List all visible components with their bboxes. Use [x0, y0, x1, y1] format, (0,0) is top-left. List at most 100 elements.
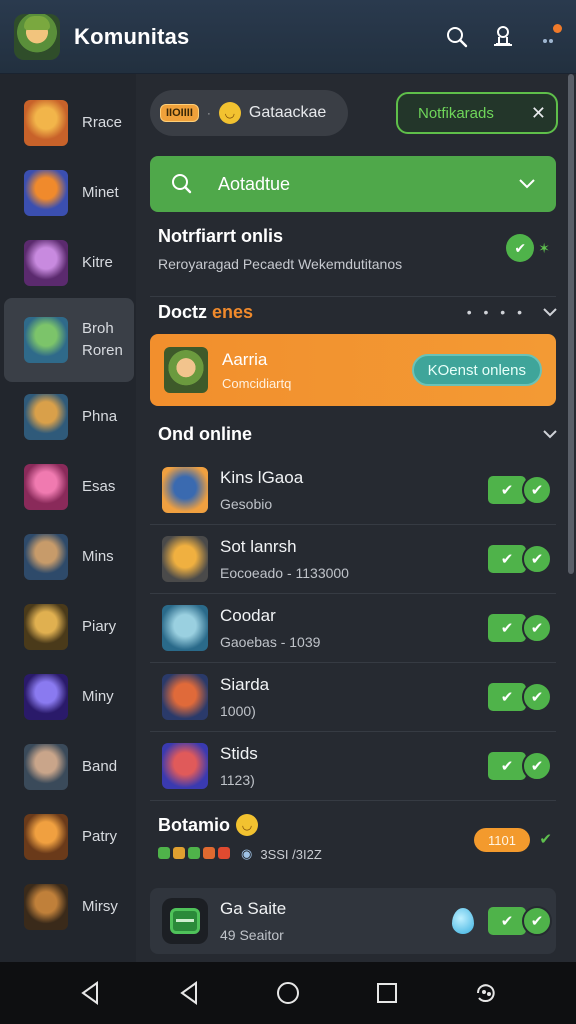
notification-toggle[interactable]: ✔ ✶ — [506, 234, 550, 262]
game-pill[interactable]: IIOIIII · ◡ Gataackae — [150, 90, 348, 136]
chevron-down-icon[interactable] — [542, 304, 558, 320]
list-item[interactable]: Sot lanrsh Eocoeado - 1133000 ✔ ✔ — [150, 525, 556, 593]
pill-separator: · — [206, 106, 211, 120]
confirm-button[interactable]: ✔ — [522, 906, 552, 936]
game-thumbnail — [24, 240, 68, 286]
info-icon: ◉ — [241, 846, 253, 861]
page-title: Komunitas — [74, 23, 190, 49]
section-header-online[interactable]: Ond online — [158, 420, 558, 448]
notification-chip[interactable]: Notfikarads ✕ — [396, 92, 558, 134]
more-dots-icon[interactable]: • • • • — [467, 304, 526, 320]
sidebar-item[interactable]: Mirsy — [4, 872, 134, 942]
sidebar-item[interactable]: Band — [4, 732, 134, 802]
notifications-icon[interactable] — [536, 23, 562, 50]
list-item-title: Stids — [220, 744, 258, 763]
avatar — [164, 347, 208, 393]
notification-setting: Notrfiarrt onlis Reroyaragad Pecaedt Wek… — [158, 226, 558, 286]
sidebar-item-label: Broh Roren — [82, 319, 123, 360]
mini-badge-icon — [203, 846, 215, 859]
notification-title: Notrfiarrt onlis — [158, 226, 284, 246]
game-thumbnail — [162, 536, 208, 582]
confirm-button[interactable]: ✔ — [522, 682, 552, 712]
top-actions — [444, 23, 562, 50]
activity-label: Aotadtue — [218, 173, 291, 194]
recents-icon[interactable] — [369, 975, 405, 1011]
app-card-title: Ga Saite — [220, 899, 287, 918]
list-item[interactable]: Siarda 1000) ✔ ✔ — [150, 663, 556, 731]
accept-button[interactable]: ✔ — [488, 907, 526, 935]
mini-badges — [158, 846, 233, 862]
sparkle-icon: ✶ — [538, 239, 550, 256]
list-item-title: Coodar — [220, 606, 276, 625]
featured-subtitle: Comcidiartq — [222, 375, 292, 391]
mini-badge-icon — [188, 846, 200, 859]
system-nav-bar — [0, 962, 576, 1024]
list-item-subtitle: Gaoebas - 1039 — [220, 634, 321, 650]
game-thumbnail — [162, 467, 208, 513]
confirm-button[interactable]: ✔ — [522, 475, 552, 505]
app-card-subtitle: 49 Seaitor — [220, 927, 284, 943]
featured-card[interactable]: Aarria Comcidiartq KOenst onlens — [150, 334, 556, 406]
game-thumbnail — [24, 317, 68, 363]
sidebar-item[interactable]: Minet — [4, 158, 134, 228]
notification-dot — [553, 23, 562, 33]
section-title: Doctz enes — [158, 301, 254, 322]
search-icon — [172, 174, 192, 194]
game-thumbnail — [24, 744, 68, 790]
sidebar-item[interactable]: Patry — [4, 802, 134, 872]
section-header-groups[interactable]: Doctz enes • • • • — [158, 298, 558, 326]
confirm-button[interactable]: ✔ — [522, 751, 552, 781]
pill-badge: IIOIIII — [160, 104, 199, 122]
list-item[interactable]: Kins lGaoa Gesobio ✔ ✔ — [150, 456, 556, 524]
back-icon[interactable] — [72, 975, 108, 1011]
game-thumbnail — [162, 605, 208, 651]
confirm-button[interactable]: ✔ — [522, 613, 552, 643]
list-item-subtitle: Eocoeado - 1133000 — [220, 565, 349, 581]
sidebar-item[interactable]: Rrace — [4, 88, 134, 158]
sidebar-item[interactable]: Piary — [4, 592, 134, 662]
user-desk-icon[interactable] — [490, 24, 516, 50]
status-badge: 1101 — [474, 828, 530, 852]
list-item-subtitle: 1000) — [220, 703, 256, 719]
list-item-subtitle: 1123) — [220, 772, 255, 788]
sidebar-item-label: Band — [82, 757, 118, 775]
section-title: Ond online — [158, 423, 252, 444]
sidebar: Rrace Minet Kitre Broh Roren Phna Esas Mins Pia… — [0, 74, 136, 962]
back-icon[interactable] — [171, 975, 207, 1011]
sidebar-list: Rrace Minet Kitre Broh Roren Phna Esas Mins Pia… — [0, 88, 136, 942]
game-thumbnail — [162, 674, 208, 720]
confirm-button[interactable]: ✔ — [522, 544, 552, 574]
list-item-subtitle: Gesobio — [220, 496, 273, 512]
sidebar-item[interactable]: Kitre — [4, 228, 134, 298]
connect-online-button[interactable]: KOenst onlens — [411, 354, 542, 386]
sidebar-item-label: Patry — [82, 827, 118, 845]
sidebar-item-label: Minet — [82, 183, 119, 201]
mini-badge-icon — [218, 846, 230, 859]
game-thumbnail — [24, 534, 68, 580]
sidebar-item[interactable]: Esas — [4, 452, 134, 522]
featured-title: Aarria — [222, 349, 268, 369]
accept-button[interactable]: ✔ — [488, 614, 526, 642]
list-item[interactable]: Stids 1123) ✔ ✔ — [150, 732, 556, 800]
accept-button[interactable]: ✔ — [488, 683, 526, 711]
sidebar-item[interactable]: Mins — [4, 522, 134, 592]
game-thumbnail — [24, 100, 68, 146]
scrollbar[interactable] — [568, 74, 574, 574]
app-avatar[interactable] — [14, 13, 60, 60]
assistant-icon[interactable] — [468, 975, 504, 1011]
sidebar-item[interactable]: Phna — [4, 382, 134, 452]
list-item[interactable]: Coodar Gaoebas - 1039 ✔ ✔ — [150, 594, 556, 662]
sidebar-item[interactable]: Broh Roren — [4, 298, 134, 382]
chevron-down-icon[interactable] — [542, 426, 558, 442]
accept-button[interactable]: ✔ — [488, 476, 526, 504]
sidebar-item[interactable]: Miny — [4, 662, 134, 732]
accept-button[interactable]: ✔ — [488, 545, 526, 573]
close-icon[interactable]: ✕ — [531, 103, 546, 124]
search-icon[interactable] — [444, 24, 470, 50]
sidebar-item-label: Esas — [82, 477, 116, 495]
activity-dropdown[interactable]: Aotadtue — [150, 156, 556, 212]
sidebar-item-label: Piary — [82, 617, 117, 635]
home-icon[interactable] — [270, 975, 306, 1011]
accept-button[interactable]: ✔ — [488, 752, 526, 780]
app-card[interactable]: Ga Saite 49 Seaitor ✔ ✔ — [150, 888, 556, 954]
